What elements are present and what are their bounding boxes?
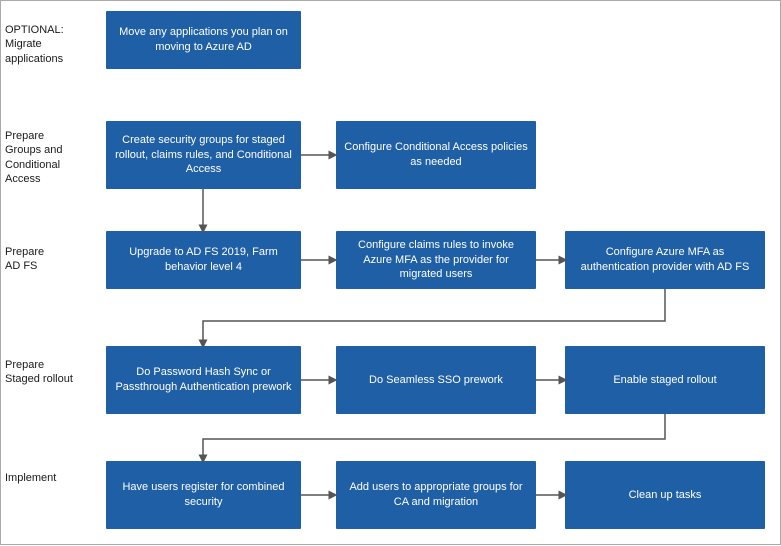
box-password-hash: Do Password Hash Sync or Passthrough Aut… — [106, 346, 301, 414]
diagram-container: OPTIONAL: Migrate applications Prepare G… — [0, 0, 781, 545]
box-upgrade-adfs: Upgrade to AD FS 2019, Farm behavior lev… — [106, 231, 301, 289]
box-add-users-groups: Add users to appropriate groups for CA a… — [336, 461, 536, 529]
box-claims-rules: Configure claims rules to invoke Azure M… — [336, 231, 536, 289]
label-implement: Implement — [5, 471, 97, 485]
box-migrate-apps: Move any applications you plan on moving… — [106, 11, 301, 69]
box-azure-mfa-adfs: Configure Azure MFA as authentication pr… — [565, 231, 765, 289]
box-enable-staged: Enable staged rollout — [565, 346, 765, 414]
box-seamless-sso: Do Seamless SSO prework — [336, 346, 536, 414]
label-prepare-adfs: Prepare AD FS — [5, 245, 97, 274]
box-cleanup: Clean up tasks — [565, 461, 765, 529]
label-optional: OPTIONAL: Migrate applications — [5, 23, 97, 66]
box-register-users: Have users register for combined securit… — [106, 461, 301, 529]
label-prepare-groups: Prepare Groups and Conditional Access — [5, 129, 97, 186]
box-create-groups: Create security groups for staged rollou… — [106, 121, 301, 189]
label-prepare-staged: Prepare Staged rollout — [5, 358, 97, 387]
box-configure-ca: Configure Conditional Access policies as… — [336, 121, 536, 189]
